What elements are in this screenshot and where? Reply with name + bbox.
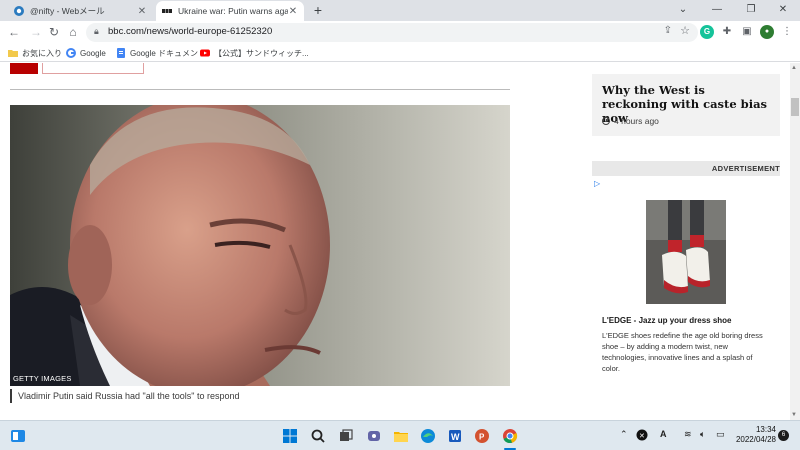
extensions-icon[interactable]: ✚ xyxy=(720,25,734,39)
tray-app-icon[interactable]: ✕ xyxy=(636,429,648,441)
home-icon[interactable]: ⌂ xyxy=(65,24,81,40)
bbc-icon xyxy=(162,9,172,13)
url-text: bbc.com/news/world-europe-61252320 xyxy=(108,26,273,37)
putin-photo xyxy=(10,105,510,386)
bbc-red-block xyxy=(10,63,38,74)
task-view-icon[interactable] xyxy=(338,428,354,444)
bookmark-star-icon[interactable]: ☆ xyxy=(680,24,690,37)
related-story-card[interactable]: Why the West is reckoning with caste bia… xyxy=(592,74,780,136)
bookmark-label: Google ドキュメント xyxy=(130,48,207,58)
header-box xyxy=(42,63,144,74)
google-icon xyxy=(66,48,76,58)
scroll-down-icon[interactable]: ▼ xyxy=(791,412,797,418)
profile-avatar[interactable]: ● xyxy=(760,25,774,39)
share-icon[interactable]: ⇪ xyxy=(664,25,672,36)
close-tab-icon[interactable]: ✕ xyxy=(137,6,147,17)
browser-toolbar: ← → ↻ ⌂ 🔒︎ bbc.com/news/world-europe-612… xyxy=(0,21,800,44)
notification-badge[interactable]: 6 xyxy=(778,430,789,441)
back-icon[interactable]: ← xyxy=(6,24,22,40)
bookmark-youtube[interactable]: 【公式】サンドウィッチ... xyxy=(200,46,309,60)
lock-icon: 🔒︎ xyxy=(94,26,99,36)
clock-time: 13:34 xyxy=(755,425,776,434)
bookmark-label: お気に入り xyxy=(22,48,62,58)
divider xyxy=(10,89,510,90)
close-window-icon[interactable]: ✕ xyxy=(766,1,800,19)
tab-search-icon[interactable]: ⌄ xyxy=(666,1,700,19)
svg-text:W: W xyxy=(451,432,460,442)
advertisement-label: ADVERTISEMENT xyxy=(711,164,780,173)
bookmark-label: Google xyxy=(80,48,106,58)
teams-chat-icon[interactable] xyxy=(366,428,382,444)
ime-indicator-icon[interactable]: A xyxy=(660,429,667,439)
address-bar[interactable]: 🔒︎ bbc.com/news/world-europe-61252320 ⇪ … xyxy=(86,23,698,42)
advertisement-bar: ADVERTISEMENT xyxy=(592,161,780,176)
time-text: 4 hours ago xyxy=(614,116,659,126)
side-panel-icon[interactable]: ▣ xyxy=(740,25,754,39)
close-tab-icon[interactable]: ✕ xyxy=(288,6,298,17)
menu-icon[interactable]: ⋮ xyxy=(780,25,794,39)
grammarly-icon[interactable]: G xyxy=(700,25,714,39)
page-scrollbar[interactable]: ▲ ▼ xyxy=(790,63,800,420)
forward-icon[interactable]: → xyxy=(28,24,44,40)
youtube-icon xyxy=(200,49,210,57)
nifty-icon xyxy=(14,6,24,16)
article-image[interactable]: GETTY IMAGES xyxy=(10,105,510,386)
tab-nifty[interactable]: @nifty - Webメール ✕ xyxy=(8,1,153,21)
image-caption: Vladimir Putin said Russia had "all the … xyxy=(10,389,240,403)
bookmark-google[interactable]: Google xyxy=(66,46,106,60)
ad-text: L'EDGE shoes redefine the age old boring… xyxy=(602,331,763,373)
scroll-thumb[interactable] xyxy=(791,98,799,116)
start-icon[interactable] xyxy=(282,428,298,444)
edge-icon[interactable] xyxy=(420,428,436,444)
ad-title[interactable]: L'EDGE - Jazz up your dress shoe xyxy=(602,316,732,325)
folder-icon xyxy=(8,50,18,57)
docs-icon xyxy=(117,48,125,58)
shoe-photo xyxy=(646,200,726,304)
bookmark-label: 【公式】サンドウィッチ... xyxy=(214,48,309,58)
image-credit: GETTY IMAGES xyxy=(13,374,72,383)
clock-icon xyxy=(602,117,610,125)
file-explorer-icon[interactable] xyxy=(393,428,409,444)
svg-text:P: P xyxy=(479,433,485,442)
system-clock[interactable]: 13:34 2022/04/28 xyxy=(732,425,776,445)
tab-title: @nifty - Webメール xyxy=(30,6,105,16)
svg-text:✕: ✕ xyxy=(639,433,645,440)
bookmark-google-docs[interactable]: Google ドキュメント xyxy=(116,46,206,60)
adchoices-icon[interactable]: ▷ xyxy=(594,179,600,188)
maximize-icon[interactable]: ❐ xyxy=(734,1,768,19)
ad-image[interactable] xyxy=(646,200,726,304)
minimize-icon[interactable]: — xyxy=(700,1,734,19)
reload-icon[interactable]: ↻ xyxy=(46,24,62,40)
tab-bbc[interactable]: Ukraine war: Putin warns against ✕ xyxy=(156,1,304,21)
wifi-icon[interactable]: ≋ xyxy=(684,429,692,440)
page-content: GETTY IMAGES Vladimir Putin said Russia … xyxy=(0,63,790,420)
clock-date: 2022/04/28 xyxy=(735,435,776,444)
scroll-up-icon[interactable]: ▲ xyxy=(791,65,797,71)
widgets-icon[interactable] xyxy=(10,428,26,444)
chrome-icon[interactable] xyxy=(502,428,518,444)
bookmark-favorites[interactable]: お気に入り xyxy=(8,46,62,60)
show-hidden-icons-icon[interactable]: ⌃ xyxy=(620,429,628,440)
word-icon[interactable]: W xyxy=(447,428,463,444)
new-tab-button[interactable]: + xyxy=(310,2,326,18)
battery-icon[interactable]: ▭ xyxy=(716,429,725,440)
bookmarks-bar: お気に入り Google Google ドキュメント 【公式】サンドウィッチ..… xyxy=(0,44,800,62)
search-icon[interactable] xyxy=(310,428,326,444)
powerpoint-icon[interactable]: P xyxy=(474,428,490,444)
related-story-time: 4 hours ago xyxy=(602,116,659,126)
tab-strip: @nifty - Webメール ✕ Ukraine war: Putin war… xyxy=(0,0,800,21)
tab-title: Ukraine war: Putin warns against xyxy=(178,6,288,16)
volume-icon[interactable]: 🔈︎ xyxy=(700,429,705,440)
windows-taskbar: W P ⌃ ✕ A ≋ 🔈︎ ▭ 13:34 2022/04/28 6 xyxy=(0,420,800,450)
